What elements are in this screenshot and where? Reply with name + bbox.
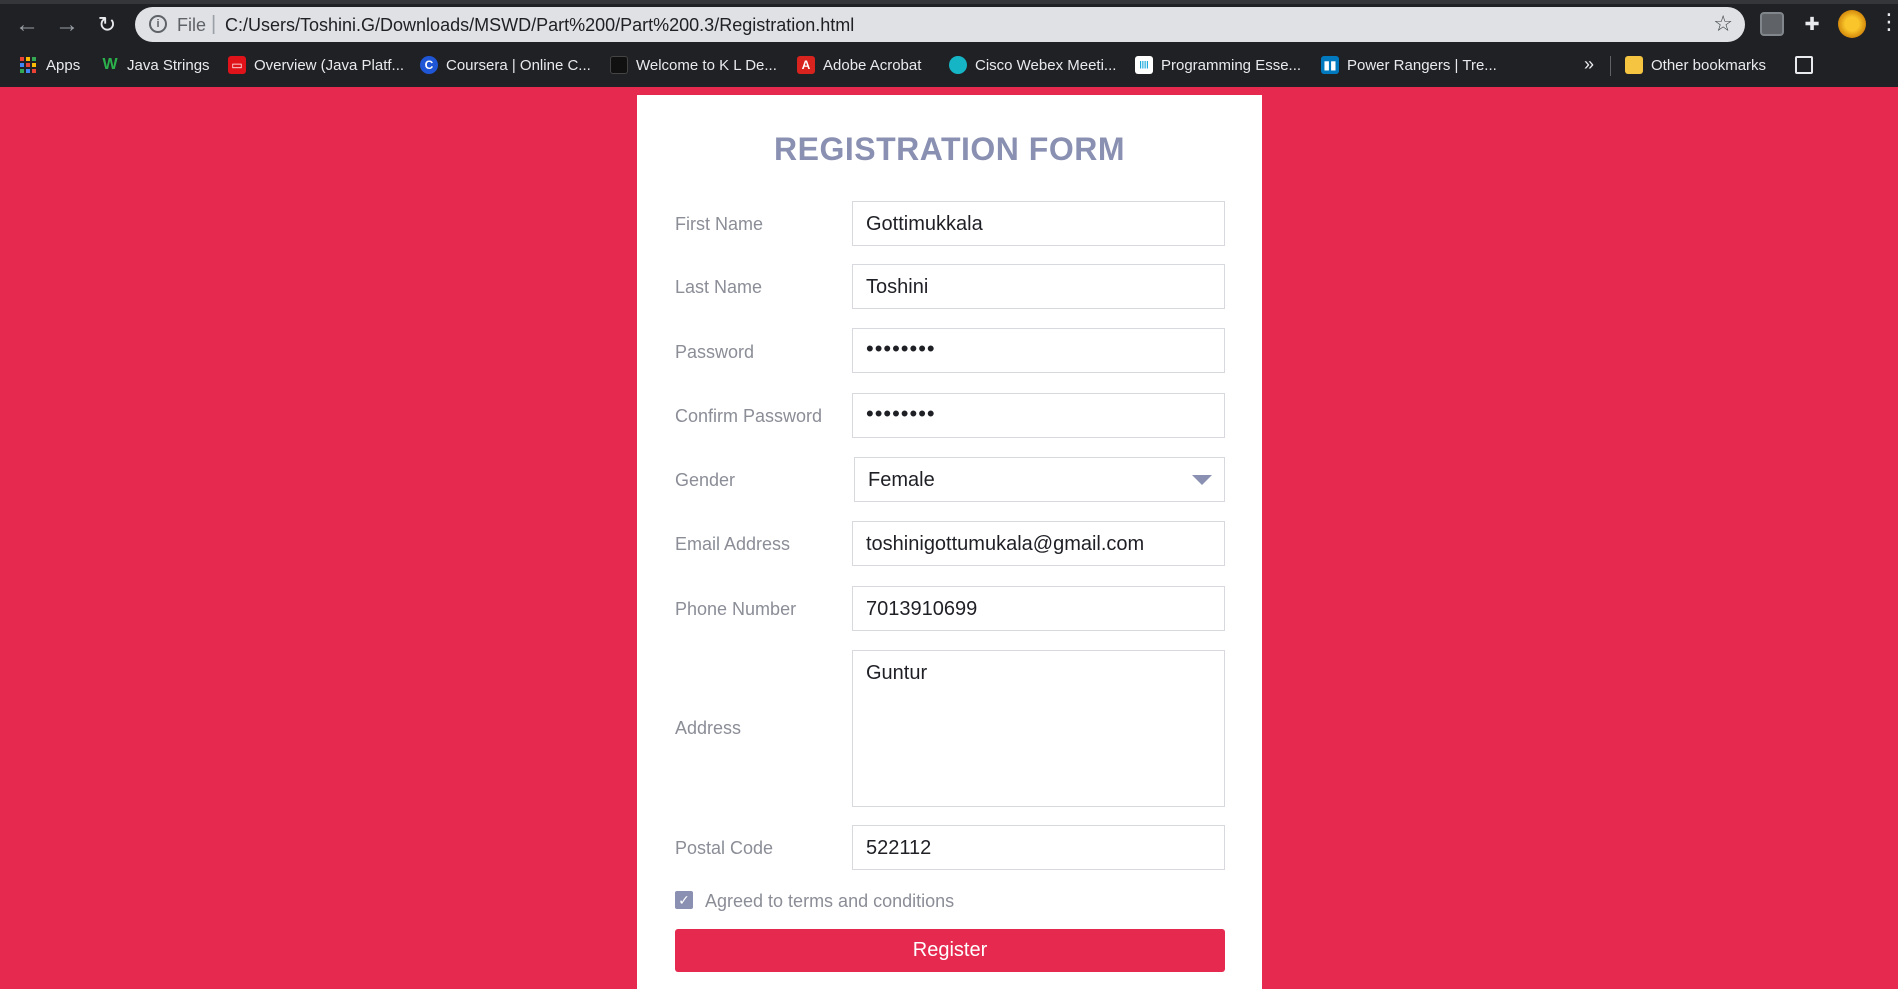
bookmark-label: Welcome to K L De...	[636, 56, 777, 74]
bookmark-apps[interactable]: Apps	[20, 54, 80, 76]
password-label: Password	[675, 342, 755, 362]
bookmark-star-icon[interactable]: ☆	[1713, 11, 1733, 37]
bookmark-kl[interactable]: Welcome to K L De...	[610, 54, 777, 76]
first-name-label: First Name	[675, 214, 764, 234]
bookmark-java-strings[interactable]: W Java Strings	[101, 54, 210, 76]
bookmark-label: Other bookmarks	[1651, 56, 1767, 74]
bookmark-label: Programming Esse...	[1161, 56, 1302, 74]
page-title: REGISTRATION FORM	[774, 131, 1125, 167]
profile-avatar[interactable]	[1838, 10, 1866, 38]
bookmarks-overflow-chevron-icon[interactable]: »	[1584, 54, 1594, 75]
bookmark-label: Coursera | Online C...	[446, 56, 591, 74]
bookmark-programming-essentials[interactable]: |||| Programming Esse...	[1135, 54, 1301, 76]
bookmark-other[interactable]: Other bookmarks	[1625, 54, 1766, 76]
bookmark-coursera[interactable]: C Coursera | Online C...	[420, 54, 591, 76]
address-bar[interactable]: i File | C:/Users/Toshini.G/Downloads/MS…	[135, 7, 1745, 42]
bookmarks-bar: Apps W Java Strings ▭ Overview (Java Pla…	[0, 46, 1898, 82]
bookmark-label: Adobe Acrobat	[823, 56, 922, 74]
registration-card: REGISTRATION FORM First Name Gottimukkal…	[637, 95, 1262, 989]
url-separator: |	[211, 13, 217, 35]
address-label: Address	[675, 718, 742, 738]
trello-icon: ▮▮	[1321, 56, 1339, 74]
phone-label: Phone Number	[675, 599, 797, 619]
tab-search-icon[interactable]	[1760, 12, 1784, 36]
webex-icon	[949, 56, 967, 74]
phone-input[interactable]: 7013910699	[852, 586, 1225, 631]
more-menu-icon[interactable]: ⋮	[1878, 11, 1898, 36]
confirm-password-label: Confirm Password	[675, 406, 823, 426]
last-name-label: Last Name	[675, 277, 763, 297]
chevron-down-icon	[1192, 475, 1212, 485]
folder-icon	[1625, 56, 1643, 74]
terms-label: Agreed to terms and conditions	[705, 891, 955, 911]
bookmarks-divider	[1610, 56, 1611, 76]
password-input[interactable]: ••••••••	[852, 328, 1225, 373]
address-textarea[interactable]: Guntur	[852, 650, 1225, 807]
oracle-icon: ▭	[228, 56, 246, 74]
bookmark-oracle-overview[interactable]: ▭ Overview (Java Platf...	[228, 54, 404, 76]
url-scheme: File	[177, 15, 207, 35]
forward-arrow-icon[interactable]: →	[52, 11, 82, 41]
bookmark-power-rangers[interactable]: ▮▮ Power Rangers | Tre...	[1321, 54, 1497, 76]
last-name-input[interactable]: Toshini	[852, 264, 1225, 309]
bookmark-label: Overview (Java Platf...	[254, 56, 405, 74]
bookmark-label: Apps	[46, 56, 81, 74]
postal-code-input[interactable]: 522112	[852, 825, 1225, 870]
email-input[interactable]: toshinigottumukala@gmail.com	[852, 521, 1225, 566]
bookmark-label: Java Strings	[127, 56, 210, 74]
email-label: Email Address	[675, 534, 791, 554]
tab-strip	[0, 0, 1898, 4]
url-text[interactable]: C:/Users/Toshini.G/Downloads/MSWD/Part%2…	[225, 15, 854, 36]
postal-code-label: Postal Code	[675, 838, 774, 858]
reload-icon[interactable]: ↻	[92, 11, 122, 41]
gender-label: Gender	[675, 470, 736, 490]
w-logo-icon: W	[102, 56, 118, 73]
apps-grid-icon	[20, 57, 38, 73]
back-arrow-icon[interactable]: ←	[12, 11, 42, 41]
reading-list-icon[interactable]	[1795, 56, 1813, 74]
terms-checkbox[interactable]: ✓	[675, 891, 693, 909]
cisco-icon: ||||	[1135, 56, 1153, 74]
extensions-puzzle-icon[interactable]: ✚	[1800, 12, 1824, 36]
bookmark-adobe-acrobat[interactable]: A Adobe Acrobat	[797, 54, 921, 76]
info-icon[interactable]: i	[149, 15, 167, 33]
gender-selected-value: Female	[868, 469, 935, 491]
bookmark-cisco-webex[interactable]: Cisco Webex Meeti...	[949, 54, 1116, 76]
bookmark-label: Cisco Webex Meeti...	[975, 56, 1117, 74]
acrobat-icon: A	[797, 56, 815, 74]
register-button[interactable]: Register	[675, 929, 1225, 972]
first-name-input[interactable]: Gottimukkala	[852, 201, 1225, 246]
gender-select[interactable]: Female	[854, 457, 1225, 502]
browser-chrome: ← → ↻ i File | C:/Users/Toshini.G/Downlo…	[0, 0, 1898, 87]
coursera-icon: C	[420, 56, 438, 74]
bookmark-label: Power Rangers | Tre...	[1347, 56, 1497, 74]
kl-icon	[610, 56, 628, 74]
confirm-password-input[interactable]: ••••••••	[852, 393, 1225, 438]
